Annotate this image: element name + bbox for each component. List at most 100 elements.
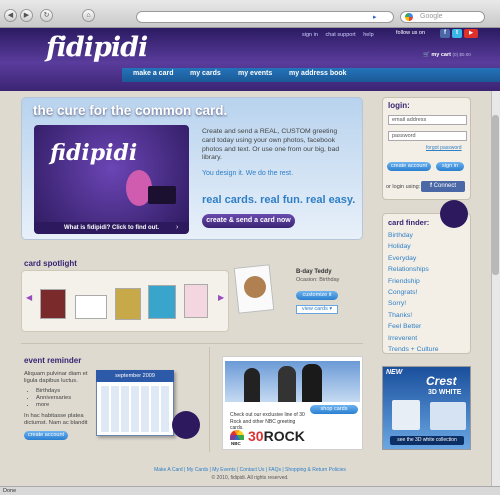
divider bbox=[21, 343, 363, 344]
chevron-down-icon: ▾ bbox=[329, 306, 333, 312]
finder-item-irreverent[interactable]: Irreverent bbox=[388, 333, 439, 344]
card-thumbnail[interactable] bbox=[148, 285, 176, 319]
teddy-illustration bbox=[244, 276, 266, 298]
cart-detail: (0) $0.00 bbox=[452, 52, 471, 57]
finder-item-sorry[interactable]: Sorry! bbox=[388, 298, 439, 309]
back-icon[interactable]: ◀ bbox=[4, 9, 17, 22]
finder-item-everyday[interactable]: Everyday bbox=[388, 253, 439, 264]
mascot-illustration bbox=[172, 411, 200, 439]
card-thumbnail[interactable] bbox=[40, 289, 66, 319]
create-account-button[interactable]: create account bbox=[387, 162, 431, 171]
product-illustration bbox=[392, 400, 420, 430]
card-thumbnail[interactable] bbox=[75, 295, 107, 319]
customize-button[interactable]: customize it bbox=[296, 291, 338, 300]
status-bar: Done bbox=[0, 486, 500, 495]
crest-line: 3D WHITE bbox=[428, 389, 462, 396]
twitter-icon[interactable]: t bbox=[452, 29, 462, 38]
hero-title: the cure for the common card. bbox=[33, 103, 228, 118]
rss-icon[interactable]: ▸ bbox=[373, 13, 377, 21]
facebook-icon[interactable]: f bbox=[440, 29, 450, 38]
facebook-connect-button[interactable]: f Connect bbox=[421, 181, 465, 192]
home-icon[interactable]: ⌂ bbox=[82, 9, 95, 22]
view-cards-label: view cards bbox=[301, 306, 328, 312]
mascot-illustration bbox=[440, 200, 468, 228]
login-heading: login: bbox=[388, 101, 410, 110]
list-item: Birthdays bbox=[36, 388, 71, 395]
finder-item-friendship[interactable]: Friendship bbox=[388, 276, 439, 287]
calendar-month: september 2009 bbox=[96, 370, 174, 382]
nav-my-address-book[interactable]: my address book bbox=[289, 70, 347, 77]
spotlight-heading: card spotlight bbox=[24, 259, 77, 268]
password-field[interactable]: password bbox=[388, 131, 467, 141]
chevron-left-icon[interactable]: ◀ bbox=[26, 293, 32, 302]
piano-illustration bbox=[148, 186, 176, 204]
finder-item-thanks[interactable]: Thanks! bbox=[388, 310, 439, 321]
product-illustration bbox=[430, 402, 466, 430]
sign-in-button[interactable]: sign in bbox=[436, 162, 464, 171]
footer-copyright: © 2010, fidipidi. All rights reserved. bbox=[211, 475, 289, 481]
sign-in-link[interactable]: sign in bbox=[302, 32, 318, 38]
card-finder-list: Birthday Holiday Everyday Relationships … bbox=[388, 230, 439, 355]
crest-brand: Crest bbox=[426, 374, 457, 388]
help-link[interactable]: help bbox=[363, 32, 373, 38]
crest-collection-button[interactable]: see the 3D white collection bbox=[390, 436, 464, 445]
crest-new-label: NEW bbox=[386, 369, 403, 376]
person-illustration bbox=[302, 364, 322, 402]
calendar-grid bbox=[101, 386, 169, 432]
nav-my-events[interactable]: my events bbox=[238, 70, 272, 77]
hero-body: Create and send a REAL, CUSTOM greeting … bbox=[202, 128, 340, 162]
nbc-peacock-icon bbox=[230, 430, 244, 440]
event-reminder-text: Aliquam pulvinar diam et ligula dapibus … bbox=[24, 371, 88, 385]
email-field[interactable]: email address bbox=[388, 115, 467, 125]
event-reminder-text-2: In hac habitasse platea dictumst. Nam ac… bbox=[24, 413, 88, 427]
reload-icon[interactable]: ↻ bbox=[40, 9, 53, 22]
card-thumbnail[interactable] bbox=[184, 284, 208, 318]
top-links: sign in chat support help bbox=[302, 32, 380, 38]
hero-caption[interactable]: What is fidipidi? Click to find out. bbox=[34, 222, 189, 234]
google-icon bbox=[405, 13, 413, 21]
hero-logo: fidipidi bbox=[50, 140, 138, 166]
forgot-password-link[interactable]: forgot password bbox=[426, 145, 462, 151]
forward-icon[interactable]: ▶ bbox=[20, 9, 33, 22]
site-logo[interactable]: fidipidi bbox=[46, 32, 148, 63]
thirty-rock-logo: 30ROCK bbox=[248, 428, 305, 444]
scrollbar-thumb[interactable] bbox=[492, 115, 499, 275]
spotlight-card-occasion: Ocasion: Birthday bbox=[296, 277, 340, 283]
chevron-right-icon[interactable]: › bbox=[176, 222, 178, 234]
finder-item-trends-culture[interactable]: Trends + Culture bbox=[388, 344, 439, 355]
finder-item-relationships[interactable]: Relationships bbox=[388, 264, 439, 275]
finder-item-feel-better[interactable]: Feel Better bbox=[388, 321, 439, 332]
cart-link[interactable]: 🛒 my cart (0) $0.00 bbox=[423, 52, 471, 58]
create-card-button[interactable]: create & send a card now bbox=[202, 214, 295, 228]
list-item: more bbox=[36, 402, 71, 409]
finder-item-birthday[interactable]: Birthday bbox=[388, 230, 439, 241]
view-cards-dropdown[interactable]: view cards ▾ bbox=[296, 305, 338, 314]
shop-cards-button[interactable]: shop cards bbox=[310, 405, 358, 414]
chat-support-link[interactable]: chat support bbox=[325, 32, 355, 38]
finder-item-holiday[interactable]: Holiday bbox=[388, 241, 439, 252]
follow-label: follow us on bbox=[396, 30, 426, 36]
thirty-rock-word: ROCK bbox=[263, 428, 305, 444]
card-thumbnail[interactable] bbox=[115, 288, 141, 320]
hero-slogan: real cards. real fun. real easy. bbox=[202, 194, 356, 206]
connect-label: Connect bbox=[433, 183, 457, 189]
hero-tagline: You design it. We do the rest. bbox=[202, 170, 294, 177]
chevron-right-icon[interactable]: ▶ bbox=[218, 293, 224, 302]
nav-my-cards[interactable]: my cards bbox=[190, 70, 221, 77]
cart-icon: 🛒 bbox=[423, 52, 430, 58]
event-reminder-list: Birthdays Anniversaries more bbox=[30, 388, 71, 410]
finder-item-congrats[interactable]: Congrats! bbox=[388, 287, 439, 298]
youtube-icon[interactable]: ▶ bbox=[464, 29, 478, 38]
nbc-label: NBC bbox=[231, 441, 241, 446]
footer-links[interactable]: Make A Card | My Cards | My Events | Con… bbox=[0, 467, 500, 473]
card-finder-heading: card finder: bbox=[388, 218, 430, 227]
person-illustration bbox=[244, 368, 260, 402]
address-bar[interactable] bbox=[136, 11, 394, 23]
person-illustration bbox=[278, 366, 296, 402]
nav-make-a-card[interactable]: make a card bbox=[133, 70, 173, 77]
or-login-label: or login using: bbox=[386, 184, 421, 190]
thirty-rock-number: 30 bbox=[248, 428, 264, 444]
cart-label: my cart bbox=[431, 52, 451, 58]
create-account-button[interactable]: create account bbox=[24, 431, 68, 440]
divider bbox=[209, 347, 210, 452]
